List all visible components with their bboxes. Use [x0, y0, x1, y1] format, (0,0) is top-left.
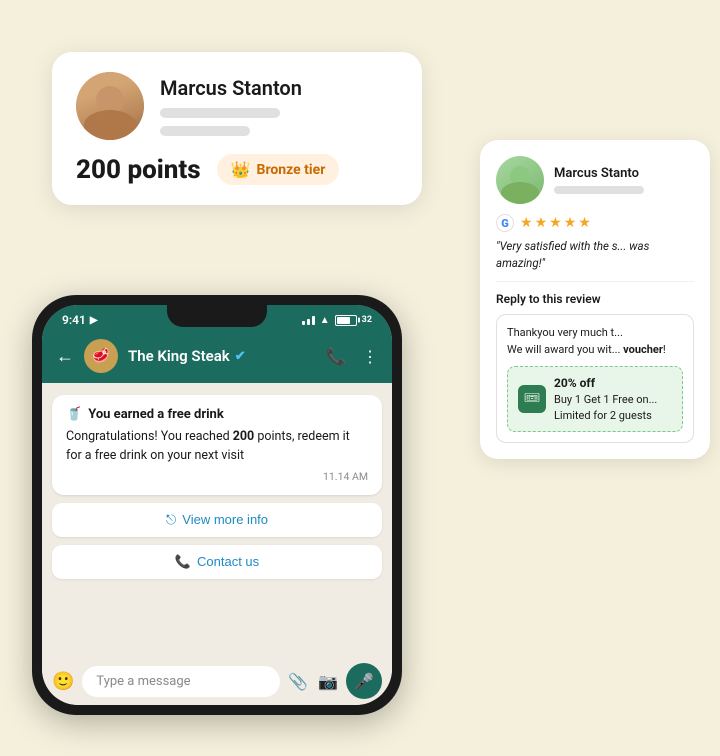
attach-icon[interactable]: 📎 [288, 672, 308, 691]
contact-us-button[interactable]: 📞 Contact us [52, 545, 382, 579]
msg-points-bold: 200 [233, 429, 255, 444]
reply-label: Reply to this review [496, 292, 694, 306]
view-more-icon: ⎋ [166, 512, 176, 528]
gps-icon: ▶ [90, 315, 98, 326]
star-3: ★ [549, 215, 562, 231]
google-icon: G [496, 214, 514, 232]
contact-name: The King Steak [128, 347, 230, 365]
voucher-body: Buy 1 Get 1 Free on... Limited for 2 gue… [554, 392, 672, 423]
emoji-icon[interactable]: 🙂 [52, 671, 74, 692]
status-bar-right: ▲ 32 [302, 315, 372, 326]
review-quote: "Very satisfied with the s... was amazin… [496, 238, 694, 271]
review-name: Marcus Stanto [554, 166, 644, 181]
drink-icon: 🥤 [66, 407, 82, 422]
reply-text-1: Thankyou very much t... [507, 326, 623, 339]
msg-header: 🥤 You earned a free drink [66, 407, 368, 422]
skeleton-line-1 [160, 108, 280, 118]
voucher-icon: 🎟 [518, 385, 546, 413]
mic-button[interactable]: 🎤 [346, 663, 382, 699]
contact-label: Contact us [197, 554, 259, 569]
profile-card-bottom: 200 points 👑 Bronze tier [76, 154, 398, 185]
phone-inner: 9:41 ▶ ▲ 32 ← 🥩 The King Steak ✔ [42, 305, 392, 705]
tier-label: Bronze tier [257, 162, 326, 178]
reply-bold: voucher [623, 343, 663, 356]
review-card: Marcus Stanto G ★ ★ ★ ★ ★ "Very satisfie… [480, 140, 710, 459]
view-more-button[interactable]: ⎋ View more info [52, 503, 382, 537]
signal-bars [302, 316, 315, 325]
back-icon[interactable]: ← [56, 346, 74, 367]
star-5: ★ [578, 215, 591, 231]
message-input[interactable]: Type a message [82, 666, 280, 697]
profile-card: Marcus Stanton 200 points 👑 Bronze tier [52, 52, 422, 205]
clock: 9:41 [62, 313, 86, 327]
wa-avatar: 🥩 [84, 339, 118, 373]
phone-notch [167, 305, 267, 327]
wa-title: The King Steak ✔ [128, 347, 316, 365]
view-more-label: View more info [182, 512, 268, 527]
call-icon[interactable]: 📞 [326, 347, 346, 366]
message-bubble: 🥤 You earned a free drink Congratulation… [52, 395, 382, 495]
tier-badge: 👑 Bronze tier [217, 154, 340, 185]
divider [496, 281, 694, 282]
voucher-title: 20% off [554, 375, 672, 392]
reply-text-2: We will award you wit... [507, 343, 620, 356]
voucher-text: 20% off Buy 1 Get 1 Free on... Limited f… [554, 375, 672, 423]
verified-icon: ✔ [235, 349, 246, 364]
contact-icon: 📞 [175, 554, 191, 570]
camera-icon[interactable]: 📷 [318, 672, 338, 691]
profile-info: Marcus Stanton [160, 76, 302, 136]
review-info: Marcus Stanto [554, 166, 644, 194]
star-rating: ★ ★ ★ ★ ★ [520, 215, 591, 231]
star-1: ★ [520, 215, 533, 231]
msg-time: 11.14 AM [66, 470, 368, 483]
more-options-icon[interactable]: ⋮ [362, 347, 378, 366]
status-bar-left: 9:41 ▶ [62, 313, 98, 327]
wa-header: ← 🥩 The King Steak ✔ 📞 ⋮ [42, 331, 392, 383]
msg-body: Congratulations! You reached 200 points,… [66, 428, 368, 466]
skeleton-line-2 [160, 126, 250, 136]
crown-icon: 👑 [231, 160, 251, 179]
profile-name: Marcus Stanton [160, 76, 302, 100]
review-card-top: Marcus Stanto [496, 156, 694, 204]
stars-row: G ★ ★ ★ ★ ★ [496, 214, 694, 232]
star-2: ★ [535, 215, 548, 231]
battery-label: 32 [362, 315, 372, 325]
review-avatar [496, 156, 544, 204]
msg-header-text: You earned a free drink [88, 407, 224, 422]
phone-container: 9:41 ▶ ▲ 32 ← 🥩 The King Steak ✔ [32, 295, 402, 715]
wifi-icon: ▲ [320, 315, 330, 326]
star-4: ★ [564, 215, 577, 231]
wa-icons: 📞 ⋮ [326, 347, 378, 366]
reply-box: Thankyou very much t... We will award yo… [496, 314, 694, 443]
profile-card-top: Marcus Stanton [76, 72, 398, 140]
points-label: 200 points [76, 155, 201, 185]
input-bar: 🙂 Type a message 📎 📷 🎤 [42, 657, 392, 705]
review-skeleton [554, 186, 644, 194]
voucher-box: 🎟 20% off Buy 1 Get 1 Free on... Limited… [507, 366, 683, 432]
msg-text-1: Congratulations! You reached [66, 429, 233, 444]
battery-icon [335, 315, 357, 326]
input-attachment-icons: 📎 📷 [288, 672, 338, 691]
chat-area: 🥤 You earned a free drink Congratulation… [42, 383, 392, 657]
avatar [76, 72, 144, 140]
input-placeholder: Type a message [96, 674, 190, 689]
